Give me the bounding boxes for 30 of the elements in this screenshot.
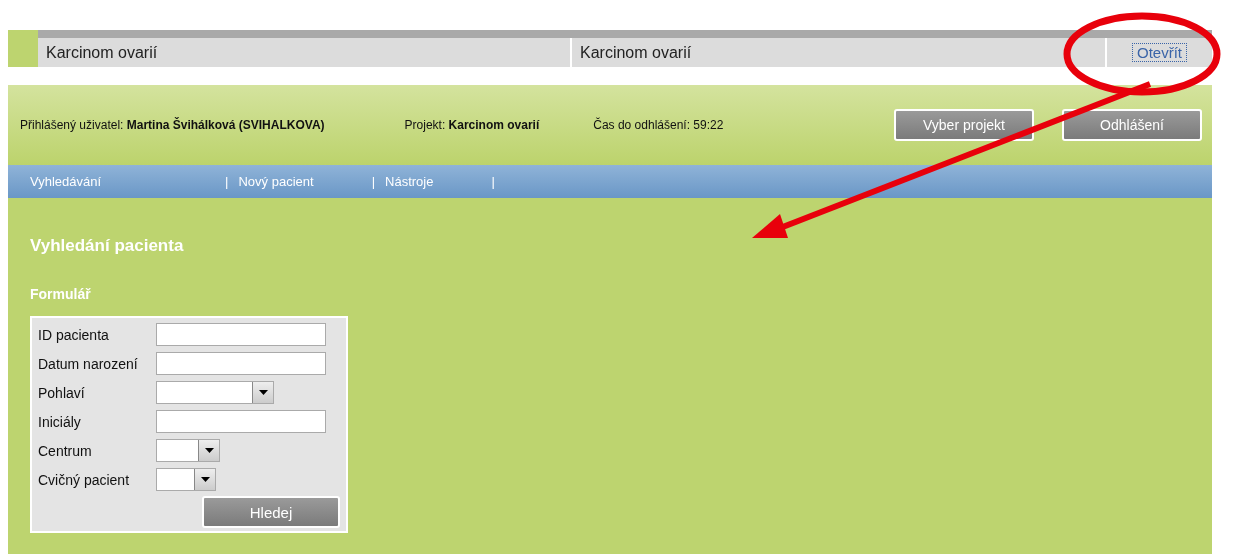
open-link[interactable]: Otevřít	[1132, 43, 1187, 62]
section-title: Formulář	[30, 286, 92, 302]
table-cell: Karcinom ovarií	[38, 38, 572, 67]
nav-separator: |	[371, 174, 375, 189]
logout-timer: Čas do odhlášení: 59:22	[593, 118, 724, 132]
dropdown[interactable]	[156, 468, 216, 491]
search-button[interactable]: Hledej	[202, 496, 340, 528]
logout-button[interactable]: Odhlášení	[1062, 109, 1202, 141]
field-label: ID pacienta	[38, 326, 110, 343]
field-label: Datum narození	[38, 355, 139, 372]
field-label: Iniciály	[38, 413, 82, 430]
row-marker	[8, 30, 38, 67]
input-field[interactable]	[156, 410, 326, 433]
input-field[interactable]	[156, 323, 326, 346]
dropdown[interactable]	[156, 381, 274, 404]
select-project-button[interactable]: Vyber projekt	[894, 109, 1034, 141]
nav-separator: |	[491, 174, 495, 189]
dropdown[interactable]	[156, 439, 220, 462]
project-info: Projekt: Karcinom ovarií	[404, 118, 540, 132]
field-label: Pohlaví	[38, 384, 86, 401]
nav-link[interactable]: Nástroje	[385, 174, 434, 189]
nav-separator: |	[225, 174, 229, 189]
nav-link[interactable]: Vyhledávání	[30, 174, 102, 189]
table-cell: Karcinom ovarií	[572, 38, 1107, 67]
field-label: Centrum	[38, 442, 93, 459]
input-field[interactable]	[156, 352, 326, 375]
page-title: Vyhledání pacienta	[30, 236, 185, 256]
nav-link[interactable]: Nový pacient	[238, 174, 314, 189]
field-label: Cvičný pacient	[38, 471, 131, 488]
user-info: Přihlášený uživatel: Martina Švihálková (SVIHALKOVA)	[20, 118, 325, 132]
